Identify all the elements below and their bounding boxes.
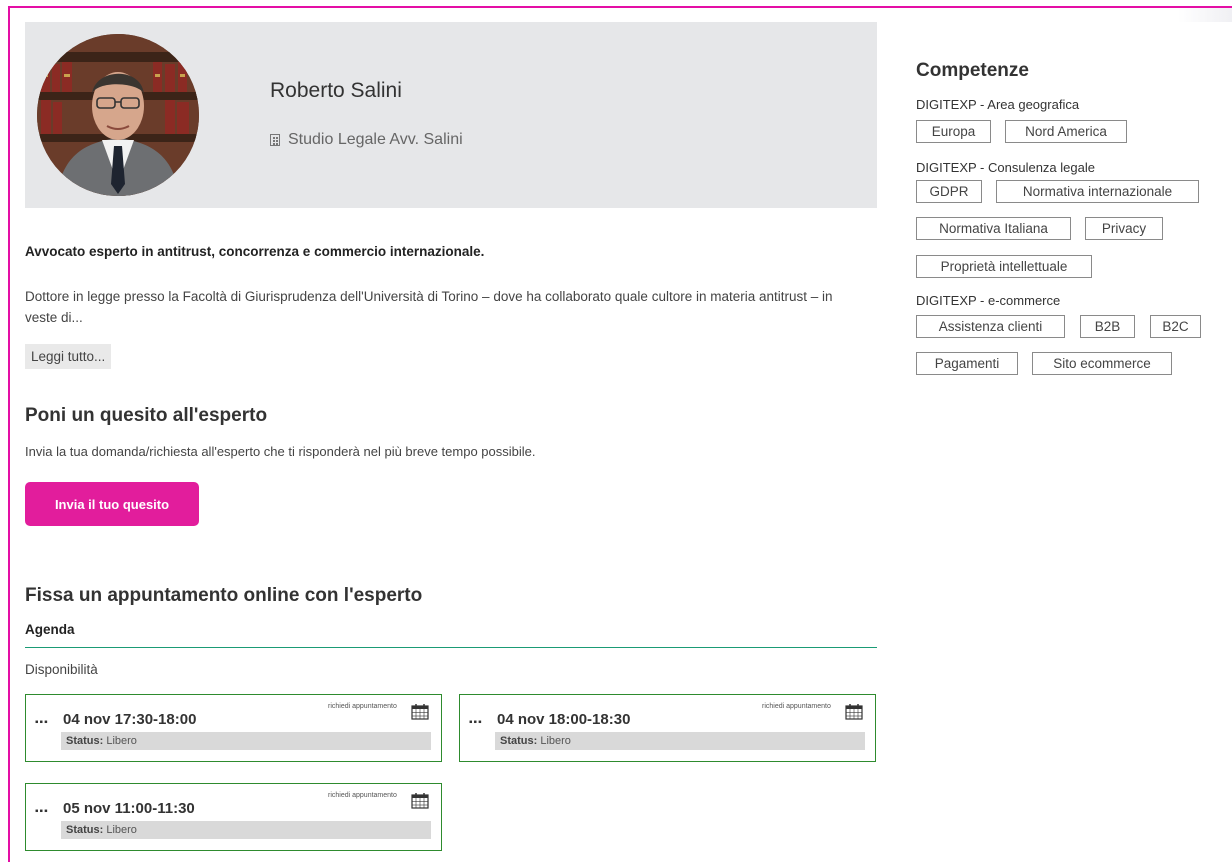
- skill-tag[interactable]: Privacy: [1085, 217, 1163, 240]
- more-icon: ▪▪▪: [35, 717, 49, 728]
- skill-group-label: DIGITEXP - Consulenza legale: [916, 160, 1095, 175]
- slot-time: 04 nov 17:30-18:00: [63, 711, 197, 728]
- bio-text: Dottore in legge presso la Facoltà di Gi…: [25, 289, 833, 325]
- request-appointment-link[interactable]: richiedi appuntamento: [328, 791, 398, 800]
- appointment-slot[interactable]: ▪▪▪ 05 nov 11:00-11:30 richiedi appuntam…: [25, 783, 442, 851]
- profile-header: Roberto Salini Studio Legale Avv. Salini: [25, 22, 877, 208]
- availability-label: Disponibilità: [25, 662, 98, 677]
- building-icon: [270, 134, 280, 146]
- skill-tag[interactable]: Nord America: [1005, 120, 1127, 143]
- skill-tag[interactable]: Europa: [916, 120, 991, 143]
- calendar-icon[interactable]: [411, 792, 429, 809]
- slot-status: Status: Libero: [495, 732, 865, 750]
- calendar-icon[interactable]: [411, 703, 429, 720]
- more-icon: ▪▪▪: [35, 806, 49, 817]
- request-appointment-link[interactable]: richiedi appuntamento: [762, 702, 832, 711]
- appointment-section-title: Fissa un appuntamento online con l'esper…: [25, 585, 423, 606]
- ask-description: Invia la tua domanda/richiesta all'esper…: [25, 444, 536, 459]
- ask-section-title: Poni un quesito all'esperto: [25, 405, 268, 426]
- appointment-slot[interactable]: ▪▪▪ 04 nov 17:30-18:00 richiedi appuntam…: [25, 694, 442, 762]
- read-more-button[interactable]: Leggi tutto...: [25, 344, 112, 369]
- skill-tag[interactable]: Sito ecommerce: [1032, 352, 1172, 375]
- profile-organization: Studio Legale Avv. Salini: [270, 131, 463, 149]
- status-value: Libero: [106, 824, 137, 836]
- skill-tag[interactable]: Proprietà intellettuale: [916, 255, 1092, 278]
- profile-name: Roberto Salini: [270, 79, 402, 102]
- skill-tag[interactable]: Pagamenti: [916, 352, 1018, 375]
- appointment-slot[interactable]: ▪▪▪ 04 nov 18:00-18:30 richiedi appuntam…: [459, 694, 876, 762]
- skill-tag[interactable]: B2C: [1150, 315, 1201, 338]
- skill-tag[interactable]: GDPR: [916, 180, 982, 203]
- avatar: [37, 34, 199, 196]
- slot-status: Status: Libero: [61, 732, 431, 750]
- skill-tag[interactable]: B2B: [1080, 315, 1135, 338]
- agenda-label: Agenda: [25, 622, 75, 637]
- skill-group-label: DIGITEXP - Area geografica: [916, 97, 1080, 112]
- organization-name: Studio Legale Avv. Salini: [288, 131, 463, 148]
- status-value: Libero: [106, 735, 137, 747]
- request-appointment-link[interactable]: richiedi appuntamento: [328, 702, 398, 711]
- avatar-photo: [37, 34, 199, 196]
- skill-tag[interactable]: Normativa internazionale: [996, 180, 1199, 203]
- skill-tag[interactable]: Assistenza clienti: [916, 315, 1065, 338]
- skill-group-label: DIGITEXP - e-commerce: [916, 293, 1061, 308]
- status-value: Libero: [540, 735, 571, 747]
- bio-headline: Avvocato esperto in antitrust, concorren…: [25, 244, 485, 259]
- send-question-button[interactable]: Invia il tuo quesito: [25, 482, 199, 526]
- slot-status: Status: Libero: [61, 821, 431, 839]
- more-icon: ▪▪▪: [469, 717, 483, 728]
- calendar-icon[interactable]: [845, 703, 863, 720]
- skill-tag[interactable]: Normativa Italiana: [916, 217, 1071, 240]
- slot-time: 04 nov 18:00-18:30: [497, 711, 631, 728]
- skills-title: Competenze: [916, 60, 1029, 81]
- slot-time: 05 nov 11:00-11:30: [63, 800, 195, 817]
- agenda-divider: [25, 647, 877, 648]
